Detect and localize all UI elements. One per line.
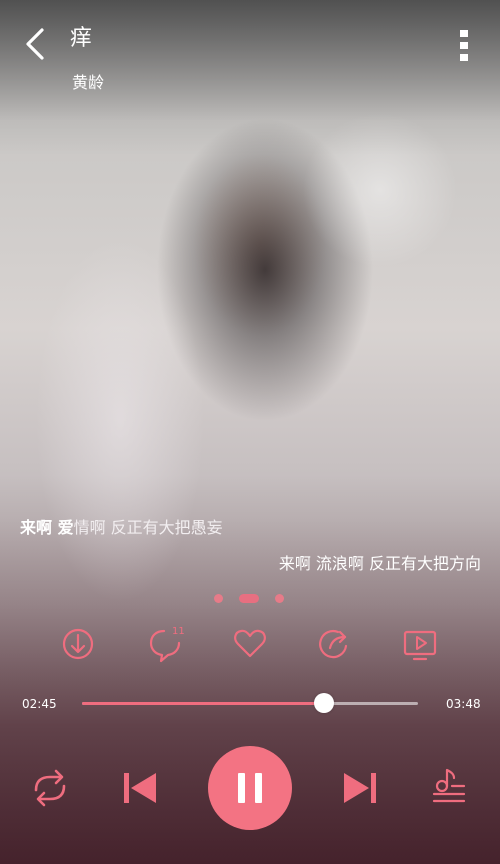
lyric-sung-part: 来啊 爱: [20, 518, 74, 537]
playlist-button[interactable]: [428, 764, 472, 808]
playback-controls: [0, 742, 500, 832]
back-button[interactable]: [18, 22, 54, 66]
comment-count-badge: 11: [172, 626, 185, 637]
playlist-icon: [432, 768, 466, 803]
elapsed-time: 02:45: [22, 697, 57, 711]
progress-bar[interactable]: [82, 693, 418, 713]
share-icon: [319, 629, 348, 659]
next-button[interactable]: [338, 766, 382, 810]
artist-name[interactable]: 黄龄: [72, 69, 104, 93]
back-arrow-icon: [26, 28, 44, 60]
video-icon: [403, 630, 437, 661]
progress-fill: [82, 702, 324, 705]
next-icon: [344, 773, 376, 803]
video-button[interactable]: [400, 622, 440, 666]
more-vertical-icon: [460, 30, 468, 61]
lyric-current-line[interactable]: 来啊 爱情啊 反正有大把愚妄: [20, 514, 223, 538]
previous-button[interactable]: [118, 766, 162, 810]
pause-icon: [238, 773, 262, 803]
page-dot-active: [239, 594, 259, 603]
total-duration: 03:48: [446, 697, 481, 711]
play-pause-button[interactable]: [208, 746, 292, 830]
download-button[interactable]: [58, 622, 98, 666]
page-indicator: [214, 592, 286, 604]
download-icon: [62, 628, 94, 660]
heart-icon: [234, 629, 266, 658]
header: 痒 黄龄: [0, 0, 500, 100]
repeat-icon: [34, 769, 66, 807]
lyric-unsung-part: 情啊 反正有大把愚妄: [73, 518, 223, 537]
background-overlay: [0, 0, 500, 864]
comment-icon: 11: [149, 626, 185, 663]
more-options-button[interactable]: [450, 26, 478, 66]
lyric-next-line[interactable]: 来啊 流浪啊 反正有大把方向: [279, 550, 481, 574]
page-dot: [214, 594, 223, 603]
page-dot: [275, 594, 284, 603]
previous-icon: [124, 773, 156, 803]
comment-button[interactable]: 11: [146, 622, 186, 666]
like-button[interactable]: [230, 622, 270, 666]
repeat-button[interactable]: [28, 766, 72, 810]
song-title: 痒: [70, 26, 93, 51]
progress-thumb[interactable]: [313, 693, 334, 713]
share-button[interactable]: [314, 622, 354, 666]
action-row: 11: [0, 622, 500, 670]
